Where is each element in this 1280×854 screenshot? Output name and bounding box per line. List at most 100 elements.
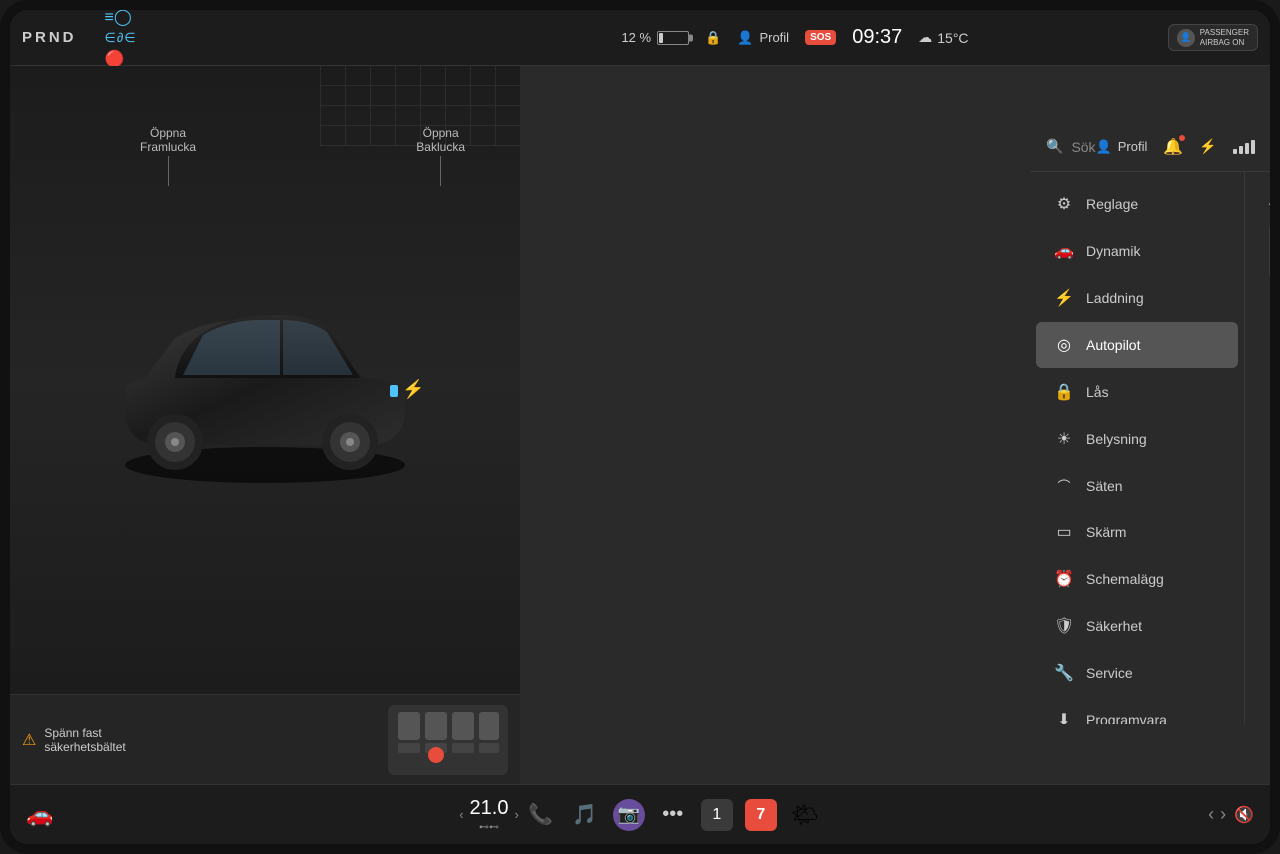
search-icon: 🔍 bbox=[1046, 138, 1063, 155]
weather-display: ☁ 15°C bbox=[918, 29, 968, 46]
sos-badge[interactable]: SOS bbox=[805, 30, 836, 45]
nav-item-saten[interactable]: ⌒ Säten bbox=[1036, 463, 1238, 508]
nav-item-reglage[interactable]: ⚙ Reglage bbox=[1036, 181, 1238, 227]
nav-item-dynamik[interactable]: 🚗 Dynamik bbox=[1036, 228, 1238, 274]
battery-percent: 12 % bbox=[621, 30, 651, 45]
taskbar-left: 🚗 bbox=[26, 802, 226, 828]
signal-bars bbox=[1233, 140, 1255, 154]
taskbar-center: ‹ 21.0 ⊷⊷ › 📞 🎵 📷 ••• 1 7 bbox=[226, 797, 1054, 833]
main-content: Öppna Framlucka Öppna Baklucka bbox=[10, 66, 1270, 784]
signal-bar-2 bbox=[1239, 146, 1243, 154]
notification-dot bbox=[1179, 135, 1185, 141]
battery-fill bbox=[659, 33, 663, 43]
nav-label-reglage: Reglage bbox=[1086, 196, 1138, 212]
nav-item-sakerhet[interactable]: 🛡 Säkerhet bbox=[1036, 603, 1238, 649]
time-display: 09:37 bbox=[852, 26, 902, 49]
taskbar: 🚗 ‹ 21.0 ⊷⊷ › 📞 🎵 📷 ••• 1 bbox=[10, 784, 1270, 844]
nav-label-las: Lås bbox=[1086, 384, 1109, 400]
nav-label-laddning: Laddning bbox=[1086, 290, 1144, 306]
temp-sub-icons: ⊷⊷ bbox=[470, 822, 509, 833]
profile-label-top: Profil bbox=[759, 30, 789, 45]
seat-diagram-thumbnail bbox=[388, 705, 508, 775]
taskbar-right: ‹ › 🔇 bbox=[1054, 804, 1254, 825]
temperature-display: 15°C bbox=[937, 30, 968, 46]
signal-bar-4 bbox=[1251, 140, 1255, 154]
las-icon: 🔒 bbox=[1054, 382, 1074, 402]
camera-app-icon[interactable]: 📷 bbox=[613, 799, 645, 831]
service-icon: 🔧 bbox=[1054, 663, 1074, 683]
edge-icon: ∈∂∈ bbox=[105, 30, 137, 46]
mute-icon: 🔇 bbox=[1234, 805, 1254, 825]
temp-value: 21.0 bbox=[470, 797, 509, 820]
svg-text:⚡: ⚡ bbox=[402, 378, 424, 400]
nav-label-autopilot: Autopilot bbox=[1086, 337, 1140, 353]
screen: PRND ≡◯ ∈∂∈ 🔴 12 % bbox=[10, 10, 1270, 844]
music-app-icon[interactable]: 🎵 bbox=[569, 799, 601, 831]
schemalagt-icon: ⏰ bbox=[1054, 569, 1074, 589]
weather-icon-taskbar[interactable]: 🌤 bbox=[789, 799, 821, 831]
nav-item-las[interactable]: 🔒 Lås bbox=[1036, 369, 1238, 415]
top-bar-left: PRND ≡◯ ∈∂∈ 🔴 bbox=[22, 10, 532, 69]
vehicle-status-icons: ≡◯ ∈∂∈ 🔴 bbox=[105, 10, 137, 69]
car-illustration: ⚡ bbox=[95, 230, 435, 530]
warning-text-area: ⚠ Spänn fast säkerhetsbältet bbox=[22, 726, 378, 754]
nav-item-autopilot[interactable]: ◎ Autopilot bbox=[1036, 322, 1238, 368]
nav-item-programvara[interactable]: ⬇ Programvara bbox=[1036, 697, 1238, 724]
dynamik-icon: 🚗 bbox=[1054, 241, 1074, 261]
device-bezel: PRND ≡◯ ∈∂∈ 🔴 12 % bbox=[0, 0, 1280, 854]
reglage-icon: ⚙ bbox=[1054, 194, 1074, 214]
nav-item-skarm[interactable]: ▭ Skärm bbox=[1036, 509, 1238, 555]
nav-item-belysning[interactable]: ☀ Belysning bbox=[1036, 416, 1238, 462]
autopilot-icon: ◎ bbox=[1054, 335, 1074, 355]
phone-app-icon[interactable]: 📞 bbox=[525, 799, 557, 831]
app-icon-1[interactable]: 1 bbox=[701, 799, 733, 831]
bottom-warning: ⚠ Spänn fast säkerhetsbältet bbox=[10, 694, 520, 784]
search-placeholder[interactable]: Sök bbox=[1071, 139, 1095, 155]
autopilot-detail-panel: Autopilotfunktioner i Adaptiv farthållar… bbox=[1245, 172, 1270, 724]
car-svg: ⚡ bbox=[95, 230, 435, 490]
profile-button[interactable]: 👤 Profil bbox=[1096, 139, 1148, 155]
bluetooth-icon[interactable]: ⚡ bbox=[1199, 138, 1216, 155]
frunk-label[interactable]: Öppna Framlucka bbox=[140, 126, 196, 186]
lock-icon: 🔒 bbox=[705, 30, 721, 46]
autopilot-description: Om en miss Autopilot sker 5 gånger på gr… bbox=[1269, 302, 1270, 724]
bell-icon[interactable]: 🔔 bbox=[1163, 139, 1183, 156]
settings-content: ⚙ Reglage 🚗 Dynamik ⚡ Laddning ◎ bbox=[1030, 172, 1270, 724]
battery-indicator: 12 % bbox=[621, 30, 689, 45]
skarm-icon: ▭ bbox=[1054, 522, 1074, 542]
top-bar-right: 👤 PASSENGERAIRBAG ON bbox=[1058, 24, 1258, 51]
headlight-icon: ≡◯ bbox=[105, 10, 132, 27]
nav-item-service[interactable]: 🔧 Service bbox=[1036, 650, 1238, 696]
nav-item-laddning[interactable]: ⚡ Laddning bbox=[1036, 275, 1238, 321]
programvara-icon: ⬇ bbox=[1054, 710, 1074, 724]
nav-menu: ⚙ Reglage 🚗 Dynamik ⚡ Laddning ◎ bbox=[1030, 172, 1245, 724]
settings-panel: 🔍 Sök 👤 Profil 🔔 ⚡ bbox=[520, 66, 1270, 784]
calendar-date: 7 bbox=[756, 806, 765, 824]
sakerhet-icon: 🛡 bbox=[1054, 616, 1074, 636]
warning-message: Spänn fast säkerhetsbältet bbox=[44, 726, 125, 754]
temperature-control: 21.0 ⊷⊷ bbox=[470, 797, 509, 833]
more-apps-icon[interactable]: ••• bbox=[657, 799, 689, 831]
mute-button[interactable]: 🔇 bbox=[1234, 805, 1254, 825]
nav-label-schemalagt: Schemalägg bbox=[1086, 571, 1164, 587]
trunk-label[interactable]: Öppna Baklucka bbox=[416, 126, 465, 186]
signal-bar-3 bbox=[1245, 143, 1249, 154]
nav-label-saten: Säten bbox=[1086, 478, 1123, 494]
warning-triangle-icon: ⚠ bbox=[22, 730, 36, 750]
airbag-text: PASSENGERAIRBAG ON bbox=[1200, 28, 1249, 47]
profile-icon: 👤 bbox=[1096, 139, 1112, 155]
temp-arrow-left[interactable]: ‹ bbox=[459, 807, 463, 822]
temp-arrow-right[interactable]: › bbox=[514, 807, 518, 822]
nav-item-schemalagt[interactable]: ⏰ Schemalägg bbox=[1036, 556, 1238, 602]
belysning-icon: ☀ bbox=[1054, 429, 1074, 449]
left-panel: Öppna Framlucka Öppna Baklucka bbox=[10, 66, 520, 784]
calendar-icon[interactable]: 7 bbox=[745, 799, 777, 831]
nav-arrow-right[interactable]: › bbox=[1220, 804, 1226, 825]
car-icon-taskbar[interactable]: 🚗 bbox=[26, 802, 53, 828]
airbag-icon: 👤 bbox=[1177, 29, 1195, 47]
prnd-display: PRND bbox=[22, 29, 77, 46]
nav-arrow-left[interactable]: ‹ bbox=[1208, 804, 1214, 825]
btn-adaptive-farthallare[interactable]: Adaptiv farthållare bbox=[1269, 220, 1270, 282]
profile-button-top[interactable]: 👤 Profil bbox=[737, 30, 789, 46]
weather-cloud-icon: ☁ bbox=[918, 29, 932, 46]
